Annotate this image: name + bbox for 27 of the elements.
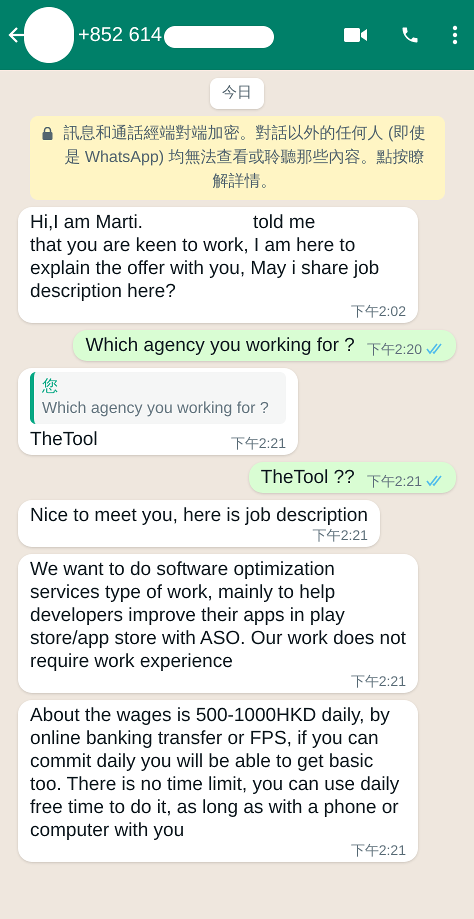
message-text: Hi,I am Marti. [30,210,143,234]
message-text: that you are keen to work, I am here to explain the offer with you, May i share job description here? [30,234,380,302]
message-text: Which agency you working for ? [85,334,355,356]
lock-icon [42,126,52,140]
message-time: 下午2:21 [350,672,406,688]
date-chip: 今日 [210,78,264,108]
video-camera-icon[interactable] [344,27,368,43]
message-time: 下午2:21 [230,434,286,450]
message-time: 下午2:21 [350,842,406,858]
message-time: 下午2:21 [312,526,368,542]
message-text: TheTool ?? [260,466,355,488]
more-options-icon[interactable] [452,25,458,45]
message-text: told me [252,210,316,234]
contact-name[interactable]: +852 614 [78,20,162,50]
message-text: Nice to meet you, here is job description [30,504,368,526]
message-text: About the wages is 500-1000HKD daily, by online banking transfer or FPS, if you can commit daily you will be able to get basic too. There is no time limit, you can use daily free time to do it, as long as with a phone or computer with you [30,704,400,842]
quote-author: 您 [42,376,59,396]
message-time: 下午2:21 [366,472,422,488]
quoted-message[interactable]: 您 Which agency you working for ? [30,372,286,424]
encryption-notice[interactable]: 訊息和通話經端對端加密。對話以外的任何人 (即使是 WhatsApp) 均無法查看或聆聽那些內容。點按瞭解詳情。 [30,116,444,200]
quote-text: Which agency you working for ? [42,398,270,418]
message-time: 下午2:02 [350,302,406,318]
message-text: TheTool [30,428,98,450]
message-text: We want to do software optimization services type of work, mainly to help developers improve their apps in play store/app store with ASO. Our work does not require work experience [30,558,406,672]
phone-icon[interactable] [400,25,420,45]
notice-text: 訊息和通話經端對端加密。對話以外的任何人 (即使是 WhatsApp) 均無法查看或聆聽那些內容。點按瞭解詳情。 [62,124,426,192]
message-time: 下午2:20 [366,340,422,356]
